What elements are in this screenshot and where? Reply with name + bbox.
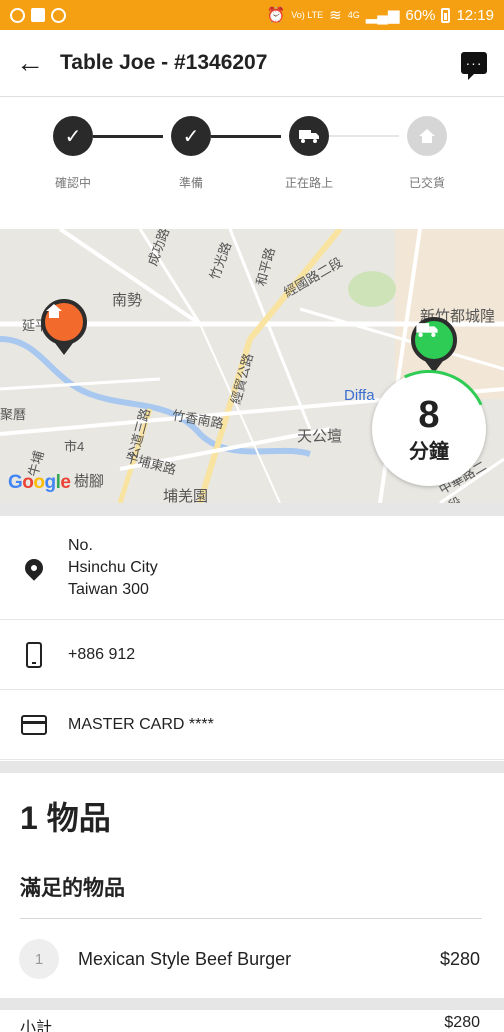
map-label: 埔羌園 bbox=[163, 488, 209, 503]
home-pin[interactable] bbox=[41, 299, 87, 355]
eta-badge: 8 分鐘 bbox=[353, 353, 504, 503]
clock: 12:19 bbox=[456, 6, 494, 24]
truck-icon bbox=[299, 130, 319, 143]
items-section-title: 滿足的物品 bbox=[20, 877, 125, 900]
battery-icon bbox=[441, 7, 451, 23]
subtotal-value: $280 bbox=[444, 1014, 480, 1031]
step-label: 已交貨 bbox=[408, 176, 445, 190]
step-on-the-way bbox=[289, 116, 329, 156]
facebook-icon bbox=[31, 8, 45, 22]
chat-icon: ··· bbox=[461, 52, 487, 80]
step-label: 正在路上 bbox=[284, 176, 333, 190]
home-icon bbox=[46, 304, 62, 318]
section-gap bbox=[0, 761, 504, 773]
items-count: 1 物品 bbox=[20, 800, 111, 836]
map-label: 樹腳 bbox=[74, 473, 105, 490]
item-price: $280 bbox=[439, 948, 480, 969]
phone-number: +886 912 bbox=[68, 646, 136, 663]
progress-connector bbox=[211, 135, 281, 138]
item-quantity: 1 bbox=[19, 939, 59, 979]
signal-icon: ▂▄▆ bbox=[365, 7, 400, 24]
wifi-icon: ≋ bbox=[329, 7, 342, 24]
map-label: Diffa bbox=[344, 387, 375, 404]
home-icon bbox=[419, 129, 435, 143]
map-label: 市4 bbox=[64, 439, 85, 454]
address-row: No. Hsinchu City Taiwan 300 bbox=[0, 516, 504, 620]
app-notification-icon bbox=[10, 7, 25, 23]
check-icon: ✓ bbox=[182, 125, 200, 148]
truck-icon bbox=[416, 323, 438, 337]
progress-connector bbox=[329, 135, 399, 137]
step-label: 確認中 bbox=[54, 176, 91, 190]
mobile-data-type: 4G bbox=[347, 9, 360, 20]
payment-row: MASTER CARD **** bbox=[0, 691, 504, 760]
map-label: 南勢 bbox=[112, 292, 143, 309]
subtotal-label: 小計 bbox=[20, 1020, 53, 1032]
address-line: Taiwan 300 bbox=[68, 580, 149, 598]
step-preparing: ✓ bbox=[171, 116, 211, 156]
location-pin-icon bbox=[21, 554, 47, 581]
address-line: Hsinchu City bbox=[68, 558, 158, 576]
truck-pin[interactable] bbox=[411, 317, 457, 373]
network-type: Vo) LTE bbox=[291, 9, 324, 20]
phone-row: +886 912 bbox=[0, 621, 504, 690]
app-header: ← Table Joe - #1346207 ··· bbox=[0, 30, 504, 97]
alarm-icon: ⏰ bbox=[266, 7, 286, 24]
payment-method: MASTER CARD **** bbox=[68, 716, 214, 733]
spotify-icon bbox=[51, 7, 66, 23]
address-line: No. bbox=[68, 536, 93, 554]
divider bbox=[20, 918, 482, 919]
delivery-map[interactable]: 成功路 竹光路 和平路 經國路二段 南勢 延平 新竹都城隍 竹香南路 公道三路 … bbox=[0, 229, 504, 503]
progress-connector bbox=[93, 135, 163, 138]
status-bar: ⏰ Vo) LTE ≋ 4G ▂▄▆ 60% 12:19 bbox=[0, 0, 504, 30]
subtotal-row: 小計 $280 bbox=[0, 1014, 504, 1032]
step-label: 準備 bbox=[178, 176, 203, 190]
phone-icon bbox=[26, 642, 42, 668]
page-title: Table Joe - #1346207 bbox=[60, 51, 268, 74]
battery-level: 60% bbox=[405, 6, 436, 24]
map-label: 天公壇 bbox=[297, 428, 343, 445]
order-progress: ✓ ✓ 確認中 準備 正在路上 已交貨 bbox=[0, 98, 504, 229]
chat-button[interactable]: ··· bbox=[444, 30, 504, 97]
step-delivered bbox=[407, 116, 447, 156]
section-gap bbox=[0, 998, 504, 1010]
step-confirmed: ✓ bbox=[53, 116, 93, 156]
back-button[interactable]: ← bbox=[0, 30, 60, 97]
map-label: 聚曆 bbox=[0, 407, 27, 422]
arrow-left-icon: ← bbox=[16, 47, 44, 78]
check-icon: ✓ bbox=[64, 125, 82, 148]
credit-card-icon bbox=[21, 715, 47, 735]
google-logo: Google bbox=[8, 472, 71, 493]
section-gap bbox=[0, 503, 504, 516]
list-item: 1 Mexican Style Beef Burger $280 bbox=[0, 928, 504, 990]
item-name: Mexican Style Beef Burger bbox=[78, 948, 292, 969]
